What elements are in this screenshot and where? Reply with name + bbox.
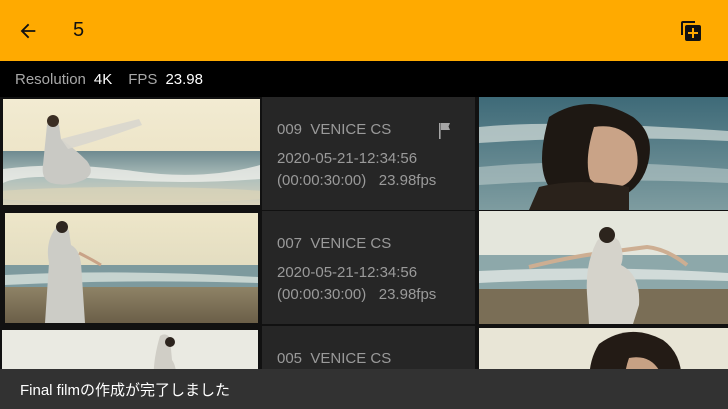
clip-title: 009 VENICE CS (277, 121, 392, 138)
clip-thumbnail-009[interactable] (3, 99, 260, 205)
info-bar: Resolution 4K FPS 23.98 (0, 61, 728, 97)
add-clip-button[interactable] (677, 17, 705, 45)
clip-title: 007 VENICE CS (277, 235, 392, 252)
back-button[interactable] (14, 17, 42, 45)
clip-title: 005 VENICE CS (277, 350, 392, 367)
app-bar: 5 (0, 0, 728, 61)
clip-thumbnail-006[interactable] (479, 211, 728, 324)
clip-thumbnail-007[interactable] (5, 213, 258, 323)
snackbar-message: Final filmの作成が完了しました (20, 381, 231, 399)
fps-label: FPS (128, 70, 158, 88)
clip-datetime: 2020-05-21-12:34:56 (277, 264, 418, 281)
clip-info-007[interactable]: 007 VENICE CS 2020-05-21-12:34:56 (00:00… (262, 211, 475, 324)
clip-duration-fps: (00:00:30:00) 23.98fps (277, 286, 437, 303)
flag-icon[interactable] (438, 122, 454, 140)
clip-duration-fps: (00:00:30:00) 23.98fps (277, 172, 437, 189)
resolution-value: 4K (93, 70, 113, 88)
fps-value: 23.98 (165, 70, 203, 88)
clip-info-009[interactable]: 009 VENICE CS 2020-05-21-12:34:56 (00:00… (262, 97, 475, 210)
clip-thumbnail-008[interactable] (479, 97, 728, 210)
clip-grid: 009 VENICE CS 2020-05-21-12:34:56 (00:00… (0, 97, 728, 409)
arrow-left-icon (20, 23, 36, 39)
snackbar: Final filmの作成が完了しました (0, 369, 728, 409)
add-clip-icon (681, 21, 701, 41)
clip-datetime: 2020-05-21-12:34:56 (277, 150, 418, 167)
clip-count: 5 (73, 19, 85, 41)
resolution-label: Resolution (15, 70, 86, 88)
